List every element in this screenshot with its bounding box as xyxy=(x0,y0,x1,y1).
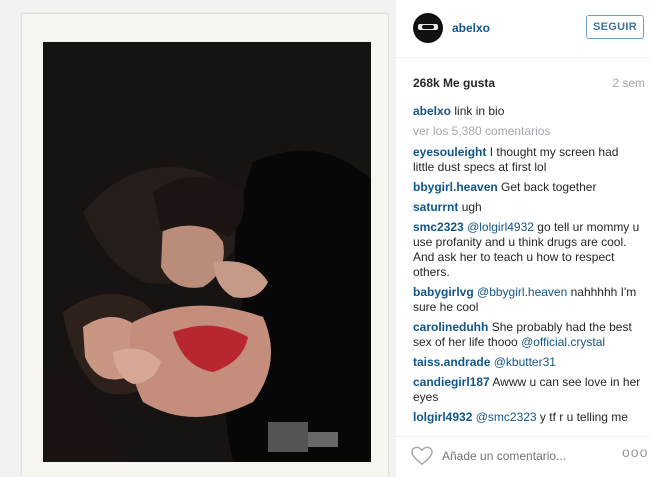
comment-username[interactable]: lolgirl4932 xyxy=(413,410,472,424)
comment: lolgirl4932 @smc2323 y tf r u telling me xyxy=(413,410,642,425)
post-stats: 268k Me gusta 2 sem xyxy=(413,70,645,94)
comment-username[interactable]: carolineduhh xyxy=(413,320,488,334)
follow-button[interactable]: SEGUIR xyxy=(586,15,644,39)
caption-text: link in bio xyxy=(454,104,505,118)
comment: babygirlvg @bbygirl.heaven nahhhhh I'm s… xyxy=(413,285,642,315)
comment-username[interactable]: saturrnt xyxy=(413,200,458,214)
comment: taiss.andrade @kbutter31 xyxy=(413,355,642,370)
comment: bbygirl.heaven Get back together xyxy=(413,180,642,195)
comment: eyesouleight I thought my screen had lit… xyxy=(413,145,642,175)
comment-username[interactable]: smc2323 xyxy=(413,220,464,234)
post-timestamp[interactable]: 2 sem xyxy=(612,76,645,90)
avatar[interactable] xyxy=(413,13,443,43)
comment-bar: ooo xyxy=(396,436,650,477)
comment-username[interactable]: taiss.andrade xyxy=(413,355,490,369)
comment: saturrnt ugh xyxy=(413,200,642,215)
comment-mention[interactable]: @kbutter31 xyxy=(494,355,556,369)
comment-items: eyesouleight I thought my screen had lit… xyxy=(413,145,642,425)
comments-list: abelxo link in bio ver los 5,380 comenta… xyxy=(413,104,642,430)
comment: smc2323 @lolgirl4932 go tell ur mommy u … xyxy=(413,220,642,280)
post-photo[interactable] xyxy=(43,42,371,462)
comment-mention[interactable]: @bbygirl.heaven xyxy=(477,285,567,299)
comment: carolineduhh She probably had the best s… xyxy=(413,320,642,350)
comment-mention[interactable]: @smc2323 xyxy=(476,410,537,424)
comment-mention[interactable]: @lolgirl4932 xyxy=(467,220,534,234)
comment-mention[interactable]: @official.crystal xyxy=(521,335,605,349)
caption: abelxo link in bio xyxy=(413,104,642,119)
comment-username[interactable]: bbygirl.heaven xyxy=(413,180,498,194)
comment-text: ugh xyxy=(461,200,482,214)
add-comment-input[interactable] xyxy=(442,449,612,463)
post-author-username[interactable]: abelxo xyxy=(452,21,490,35)
comment-text: Get back together xyxy=(501,180,597,194)
comment: candiegirl187 Awww u can see love in her… xyxy=(413,375,642,405)
likes-count[interactable]: 268k Me gusta xyxy=(413,76,495,90)
more-options-icon[interactable]: ooo xyxy=(622,444,648,460)
view-all-comments-link[interactable]: ver los 5,380 comentarios xyxy=(413,124,642,139)
comment-username[interactable]: babygirlvg xyxy=(413,285,474,299)
post-header: abelxo SEGUIR xyxy=(396,0,650,58)
comment-username[interactable]: eyesouleight xyxy=(413,145,486,159)
comment-text: y tf r u telling me xyxy=(536,410,628,424)
comment-username[interactable]: candiegirl187 xyxy=(413,375,490,389)
post-photo-pane xyxy=(0,0,396,477)
photo-illustration xyxy=(43,42,371,462)
caption-username[interactable]: abelxo xyxy=(413,104,451,118)
heart-icon[interactable] xyxy=(411,446,433,466)
polaroid-frame xyxy=(22,14,388,477)
post-sidebar: abelxo SEGUIR 268k Me gusta 2 sem abelxo… xyxy=(396,0,650,477)
